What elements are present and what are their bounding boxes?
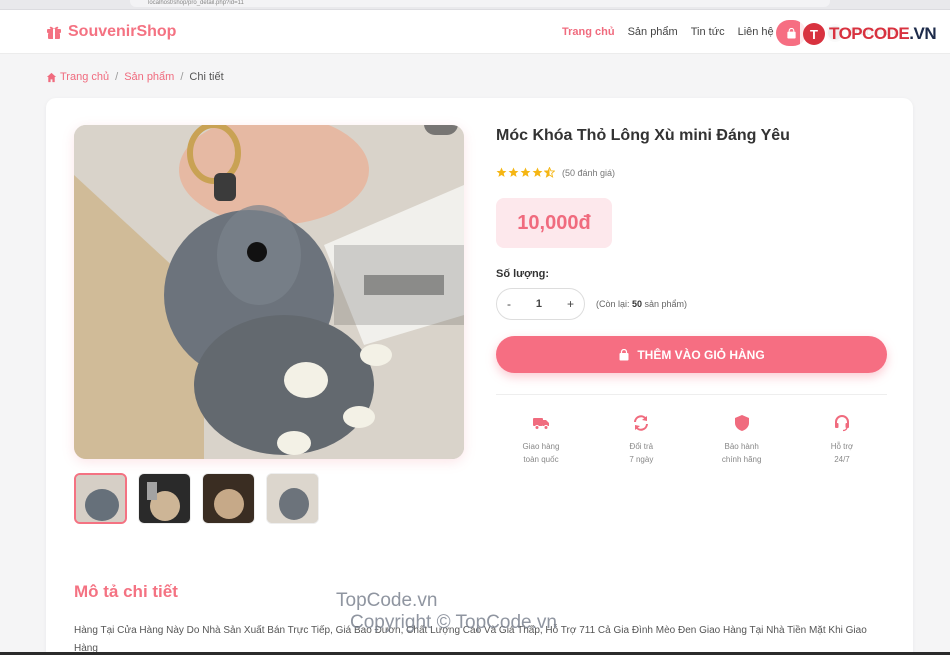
nav-news[interactable]: Tin tức <box>691 26 725 38</box>
add-to-cart-label: THÊM VÀO GIỎ HÀNG <box>637 347 765 362</box>
star-icon <box>508 167 519 177</box>
rating-count: (50 đánh giá) <box>562 167 616 178</box>
product-main-image[interactable] <box>74 125 464 459</box>
site-logo[interactable]: SouvenirShop <box>46 23 176 41</box>
breadcrumb-separator: / <box>115 71 119 83</box>
quantity-input[interactable]: 1 <box>536 298 542 310</box>
quantity-decrease-button[interactable]: - <box>507 297 511 311</box>
shield-icon <box>734 415 749 431</box>
star-icon <box>532 167 543 177</box>
star-half-icon <box>544 167 555 178</box>
thumbnail-1[interactable] <box>74 473 127 524</box>
feature-return: Đổi trả 7 ngày <box>596 414 686 466</box>
nav-products[interactable]: Sản phẩm <box>628 26 678 38</box>
gift-icon <box>47 26 61 39</box>
topcode-logo-suffix: .VN <box>909 24 937 43</box>
product-rating: (50 đánh giá) <box>496 167 615 178</box>
star-icon <box>520 167 531 177</box>
stock-count: 50 <box>632 299 643 309</box>
topcode-logo-icon: T <box>803 23 825 45</box>
breadcrumb-home-label: Trang chủ <box>60 71 110 83</box>
headset-icon <box>834 415 849 432</box>
shopping-bag-icon <box>786 27 796 39</box>
thumbnail-strip <box>74 473 319 524</box>
feature-line: chính hãng <box>721 455 762 464</box>
truck-icon <box>533 418 549 430</box>
feature-support: Hỗ trợ 24/7 <box>797 414 887 466</box>
product-price: 10,000đ <box>496 198 612 248</box>
product-title: Móc Khóa Thỏ Lông Xù mini Đáng Yêu <box>496 127 790 144</box>
feature-line: toàn quốc <box>523 455 559 464</box>
watermark-text: TopCode.vn <box>336 590 438 611</box>
description-title: Mô tả chi tiết <box>74 582 178 601</box>
service-features: Giao hàng toàn quốc Đổi trả 7 ngày Bảo h… <box>496 414 887 466</box>
breadcrumb-home[interactable]: Trang chủ <box>46 71 109 83</box>
quantity-increase-button[interactable]: + <box>567 297 574 311</box>
topcode-watermark-logo: T TOPCODE.VN <box>800 22 940 46</box>
breadcrumb-current: Chi tiết <box>189 71 224 83</box>
product-detail-card: Móc Khóa Thỏ Lông Xù mini Đáng Yêu (50 đ… <box>46 98 913 655</box>
feature-line: 7 ngày <box>629 455 654 464</box>
feature-line: Bảo hành <box>724 442 759 451</box>
thumbnail-4[interactable] <box>266 473 319 524</box>
browser-tab-strip: localhost/shop/pro_detail.php?id=11 <box>0 0 950 10</box>
stock-info: (Còn lại: 50 sản phẩm) <box>596 299 688 309</box>
feature-warranty: Bảo hành chính hãng <box>697 414 787 466</box>
breadcrumb-products[interactable]: Sản phẩm <box>124 71 174 83</box>
sync-icon <box>634 415 649 431</box>
feature-shipping: Giao hàng toàn quốc <box>496 414 586 466</box>
feature-line: 24/7 <box>834 455 850 464</box>
star-icon <box>496 167 507 177</box>
feature-line: Giao hàng <box>522 442 560 451</box>
thumbnail-3[interactable] <box>202 473 255 524</box>
breadcrumb-separator: / <box>180 71 184 83</box>
home-icon <box>46 72 57 82</box>
address-bar[interactable]: localhost/shop/pro_detail.php?id=11 <box>130 0 830 7</box>
breadcrumb: Trang chủ / Sản phẩm / Chi tiết <box>46 71 224 83</box>
main-nav: Trang chủ Sản phẩm Tin tức Liên hệ <box>562 26 774 38</box>
bunny-keychain-photo <box>74 125 464 459</box>
feature-line: Đổi trả <box>629 442 654 451</box>
logo-text: SouvenirShop <box>68 23 177 40</box>
quantity-stepper: - 1 + <box>496 288 585 320</box>
thumbnail-2[interactable] <box>138 473 191 524</box>
nav-home[interactable]: Trang chủ <box>562 26 615 38</box>
site-header: SouvenirShop Trang chủ Sản phẩm Tin tức … <box>0 10 950 54</box>
nav-contact[interactable]: Liên hệ <box>738 26 774 38</box>
quantity-label: Số lượng: <box>496 268 550 280</box>
shopping-bag-icon <box>619 348 629 360</box>
watermark-copyright: Copyright © TopCode.vn <box>350 612 557 633</box>
topcode-logo-text: TOPCODE <box>829 24 910 43</box>
add-to-cart-button[interactable]: THÊM VÀO GIỎ HÀNG <box>496 336 887 373</box>
divider <box>496 394 887 395</box>
feature-line: Hỗ trợ <box>830 442 854 451</box>
